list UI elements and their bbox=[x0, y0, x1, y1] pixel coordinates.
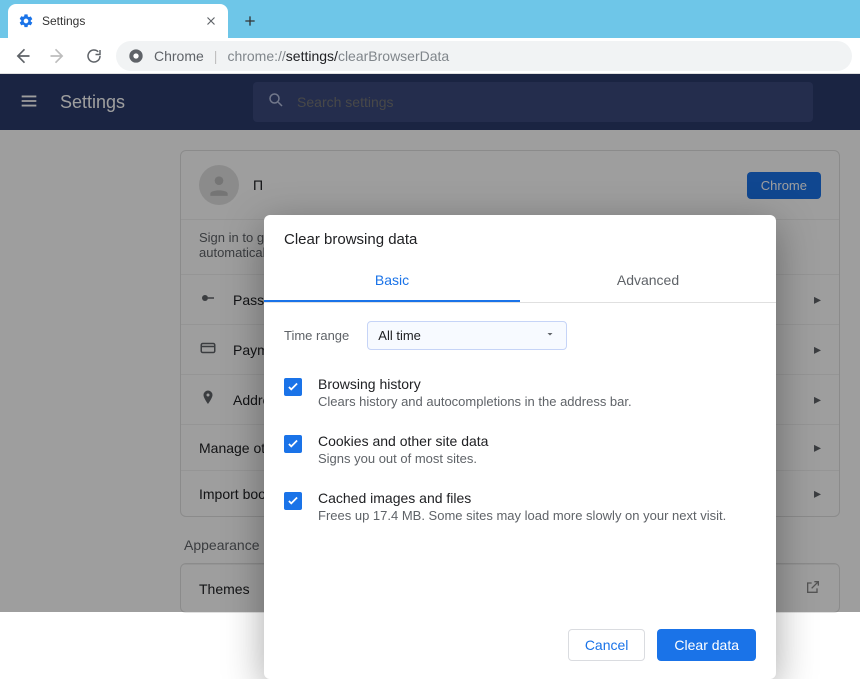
forward-button[interactable] bbox=[44, 42, 72, 70]
tab-advanced[interactable]: Advanced bbox=[520, 260, 776, 302]
checkbox-cache[interactable] bbox=[284, 492, 302, 510]
browser-titlebar: Settings bbox=[0, 0, 860, 38]
checkbox-browsing-history[interactable] bbox=[284, 378, 302, 396]
cancel-button[interactable]: Cancel bbox=[568, 629, 646, 661]
dialog-actions: Cancel Clear data bbox=[264, 615, 776, 679]
chrome-icon bbox=[128, 48, 144, 64]
gear-icon bbox=[18, 13, 34, 29]
option-title: Browsing history bbox=[318, 376, 632, 392]
option-desc: Clears history and autocompletions in th… bbox=[318, 394, 632, 409]
browser-tab[interactable]: Settings bbox=[8, 4, 228, 38]
separator: | bbox=[214, 48, 218, 64]
option-desc: Frees up 17.4 MB. Some sites may load mo… bbox=[318, 508, 726, 523]
settings-app: Settings П Chrome Sign in to get your bo… bbox=[0, 74, 860, 612]
dialog-tabs: Basic Advanced bbox=[264, 260, 776, 303]
tab-title: Settings bbox=[42, 14, 196, 28]
option-browsing-history: Browsing history Clears history and auto… bbox=[284, 364, 756, 421]
checkbox-cookies[interactable] bbox=[284, 435, 302, 453]
time-range-row: Time range All time bbox=[264, 303, 776, 360]
tab-basic[interactable]: Basic bbox=[264, 260, 520, 302]
url-subpath: clearBrowserData bbox=[338, 48, 449, 64]
option-desc: Signs you out of most sites. bbox=[318, 451, 488, 466]
address-bar[interactable]: Chrome | chrome://settings/clearBrowserD… bbox=[116, 41, 852, 71]
clear-data-button[interactable]: Clear data bbox=[657, 629, 756, 661]
option-title: Cached images and files bbox=[318, 490, 726, 506]
close-icon[interactable] bbox=[204, 14, 218, 28]
url-scheme: chrome:// bbox=[227, 48, 285, 64]
back-button[interactable] bbox=[8, 42, 36, 70]
option-cookies: Cookies and other site data Signs you ou… bbox=[284, 421, 756, 478]
time-range-value: All time bbox=[378, 328, 421, 343]
options-list: Browsing history Clears history and auto… bbox=[264, 360, 776, 555]
chevron-down-icon bbox=[544, 328, 556, 343]
new-tab-button[interactable] bbox=[236, 7, 264, 35]
option-title: Cookies and other site data bbox=[318, 433, 488, 449]
dialog-title: Clear browsing data bbox=[264, 215, 776, 260]
reload-button[interactable] bbox=[80, 42, 108, 70]
clear-browsing-data-dialog: Clear browsing data Basic Advanced Time … bbox=[264, 215, 776, 679]
time-range-select[interactable]: All time bbox=[367, 321, 567, 350]
url-path: settings/ bbox=[286, 48, 338, 64]
omnibox-label: Chrome bbox=[154, 48, 204, 64]
option-cache: Cached images and files Frees up 17.4 MB… bbox=[284, 478, 756, 535]
time-range-label: Time range bbox=[284, 328, 349, 343]
browser-toolbar: Chrome | chrome://settings/clearBrowserD… bbox=[0, 38, 860, 74]
